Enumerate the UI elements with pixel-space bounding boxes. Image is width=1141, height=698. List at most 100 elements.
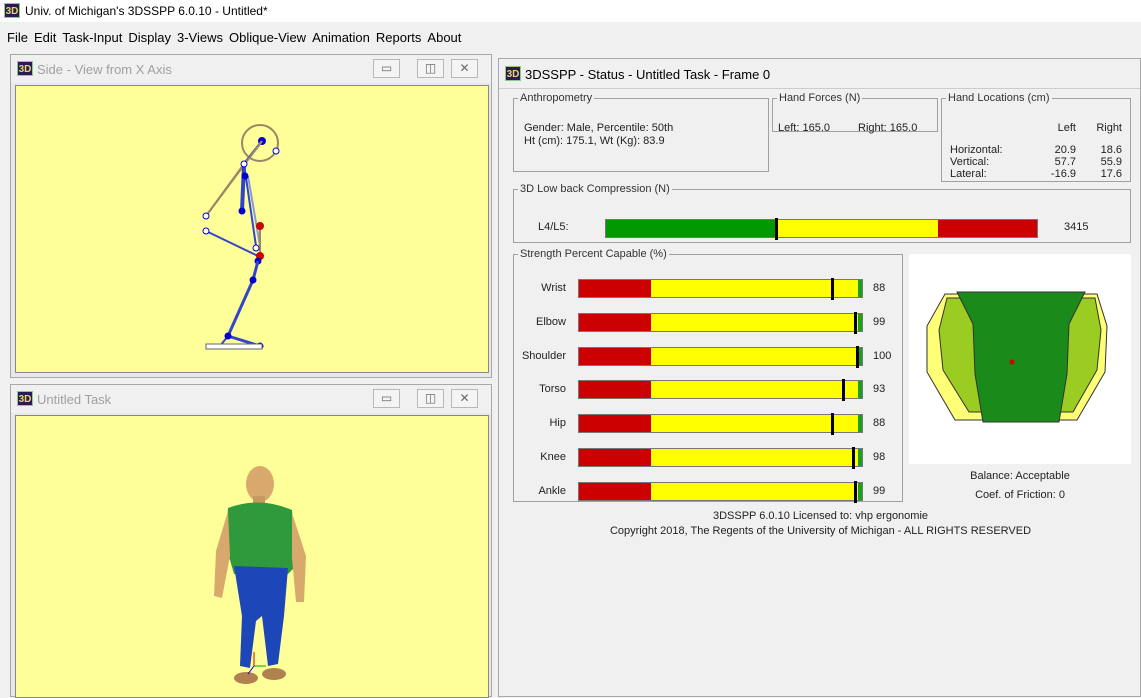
low-back-marker xyxy=(775,218,778,240)
strength-yellow-zone xyxy=(651,482,862,500)
status-window: 3D 3DSSPP - Status - Untitled Task - Fra… xyxy=(498,58,1141,697)
low-back-value: 3415 xyxy=(1064,221,1089,233)
strength-green-limit xyxy=(858,449,862,466)
strength-green-limit xyxy=(858,381,862,399)
hand-loc-left-value: -16.9 xyxy=(1050,168,1076,180)
menu-3-views[interactable]: 3-Views xyxy=(174,30,226,49)
strength-marker xyxy=(831,278,834,300)
minimize-button[interactable]: ▭ xyxy=(373,389,400,408)
strength-label: Knee xyxy=(540,451,566,463)
strength-marker xyxy=(852,447,855,469)
low-back-group: 3D Low back Compression (N) L4/L5: 3415 xyxy=(513,183,1131,243)
minimize-button[interactable]: ▭ xyxy=(373,59,400,78)
app-title-bar: 3D Univ. of Michigan's 3DSSPP 6.0.10 - U… xyxy=(0,0,1141,22)
strength-marker xyxy=(831,413,834,436)
hand-loc-label: Lateral: xyxy=(950,168,987,180)
strength-red-zone xyxy=(579,449,651,466)
menu-file[interactable]: File xyxy=(4,30,31,49)
hand-loc-left-value: 57.7 xyxy=(1054,156,1076,168)
strength-bar xyxy=(578,278,863,300)
strength-value: 98 xyxy=(873,451,886,463)
license-text: 3DSSPP 6.0.10 Licensed to: vhp ergonomie xyxy=(712,510,929,522)
hand-loc-col-right: Right xyxy=(1096,122,1122,134)
close-button[interactable]: ✕ xyxy=(451,59,478,78)
menu-reports[interactable]: Reports xyxy=(373,30,425,49)
window-logo-icon: 3D xyxy=(17,61,33,76)
menu-bar: File Edit Task-Input Display 3-Views Obl… xyxy=(0,30,464,49)
strength-value: 100 xyxy=(873,349,892,362)
close-button[interactable]: ✕ xyxy=(451,389,478,408)
window-logo-icon: 3D xyxy=(505,66,521,81)
strength-bar xyxy=(578,311,863,334)
copyright-text: Copyright 2018, The Regents of the Unive… xyxy=(609,525,1032,537)
hand-loc-left-value: 20.9 xyxy=(1054,144,1076,156)
strength-green-limit xyxy=(858,415,862,433)
strength-green-limit xyxy=(858,313,862,331)
hand-loc-right-value: 18.6 xyxy=(1100,144,1122,156)
strength-red-zone xyxy=(579,482,651,500)
menu-edit[interactable]: Edit xyxy=(31,30,59,49)
menu-display[interactable]: Display xyxy=(125,30,174,49)
strength-value: 88 xyxy=(873,417,886,430)
hand-force-right: Right: 165.0 xyxy=(858,122,918,134)
side-view-viewport[interactable] xyxy=(15,85,489,373)
strength-red-zone xyxy=(579,280,651,297)
strength-label: Elbow xyxy=(536,315,566,328)
low-back-yellow-zone xyxy=(777,220,938,237)
hand-forces-legend: Hand Forces (N) xyxy=(779,92,861,104)
hand-loc-label: Vertical: xyxy=(950,156,990,168)
strength-value: 99 xyxy=(873,484,886,497)
low-back-green-zone xyxy=(606,220,777,237)
strength-bar xyxy=(578,345,863,368)
hand-force-left: Left: 165.0 xyxy=(778,122,830,134)
menu-about[interactable]: About xyxy=(424,30,464,49)
side-view-title: Side - View from X Axis xyxy=(37,62,172,77)
strength-bar xyxy=(578,413,863,436)
menu-animation[interactable]: Animation xyxy=(309,30,373,49)
menu-oblique-view[interactable]: Oblique-View xyxy=(226,30,309,49)
status-title: 3DSSPP - Status - Untitled Task - Frame … xyxy=(525,67,771,82)
hand-loc-right-value: 55.9 xyxy=(1100,156,1122,168)
strength-red-zone xyxy=(579,313,651,331)
task-3d-viewport[interactable] xyxy=(15,415,489,698)
strength-group: Strength Percent Capable (%) Wrist 88 Elbo… xyxy=(513,248,903,503)
strength-bar xyxy=(578,480,863,503)
strength-red-zone xyxy=(579,347,651,365)
strength-value: 88 xyxy=(873,282,886,294)
task-view-title: Untitled Task xyxy=(37,392,112,407)
strength-yellow-zone xyxy=(651,347,862,365)
gender-percentile-text: Gender: Male, Percentile: 50th xyxy=(524,122,674,134)
hand-loc-label: Horizontal: xyxy=(950,144,1003,156)
strength-marker xyxy=(854,311,857,334)
status-caption[interactable]: 3D 3DSSPP - Status - Untitled Task - Fra… xyxy=(499,59,1140,89)
maximize-button[interactable]: ◫ xyxy=(417,59,444,78)
hand-loc-right-value: 17.6 xyxy=(1100,168,1122,180)
hand-locations-legend: Hand Locations (cm) xyxy=(948,92,1050,104)
balance-diagram xyxy=(909,254,1131,464)
human-figure-3d xyxy=(214,466,306,684)
strength-label: Wrist xyxy=(541,282,566,294)
app-title: Univ. of Michigan's 3DSSPP 6.0.10 - Unti… xyxy=(25,4,268,18)
strength-label: Ankle xyxy=(538,484,566,497)
maximize-button[interactable]: ◫ xyxy=(417,389,444,408)
strength-value: 93 xyxy=(873,383,886,396)
side-view-caption[interactable]: 3D Side - View from X Axis ▭ ◫ ✕ xyxy=(11,55,491,83)
hand-forces-group: Hand Forces (N) Left: 165.0 Right: 165.0 xyxy=(772,92,938,134)
task-view-caption[interactable]: 3D Untitled Task ▭ ◫ ✕ xyxy=(11,385,491,413)
low-back-red-zone xyxy=(938,220,1037,237)
strength-yellow-zone xyxy=(651,449,862,466)
strength-label: Hip xyxy=(549,417,566,430)
strength-legend: Strength Percent Capable (%) xyxy=(520,248,667,260)
strength-red-zone xyxy=(579,381,651,399)
hand-loc-col-left: Left xyxy=(1057,122,1076,134)
app-logo-icon: 3D xyxy=(4,3,20,18)
strength-marker xyxy=(854,480,857,503)
menu-task-input[interactable]: Task-Input xyxy=(59,30,125,49)
strength-green-limit xyxy=(858,482,862,500)
friction-coefficient: Coef. of Friction: 0 xyxy=(975,489,1065,501)
strength-bar xyxy=(578,379,863,402)
hand-locations-group: Hand Locations (cm) Left Right Horizonta… xyxy=(941,92,1131,182)
balance-footprint-icon xyxy=(926,291,1108,423)
strength-marker xyxy=(856,345,859,368)
strength-green-limit xyxy=(858,280,862,297)
